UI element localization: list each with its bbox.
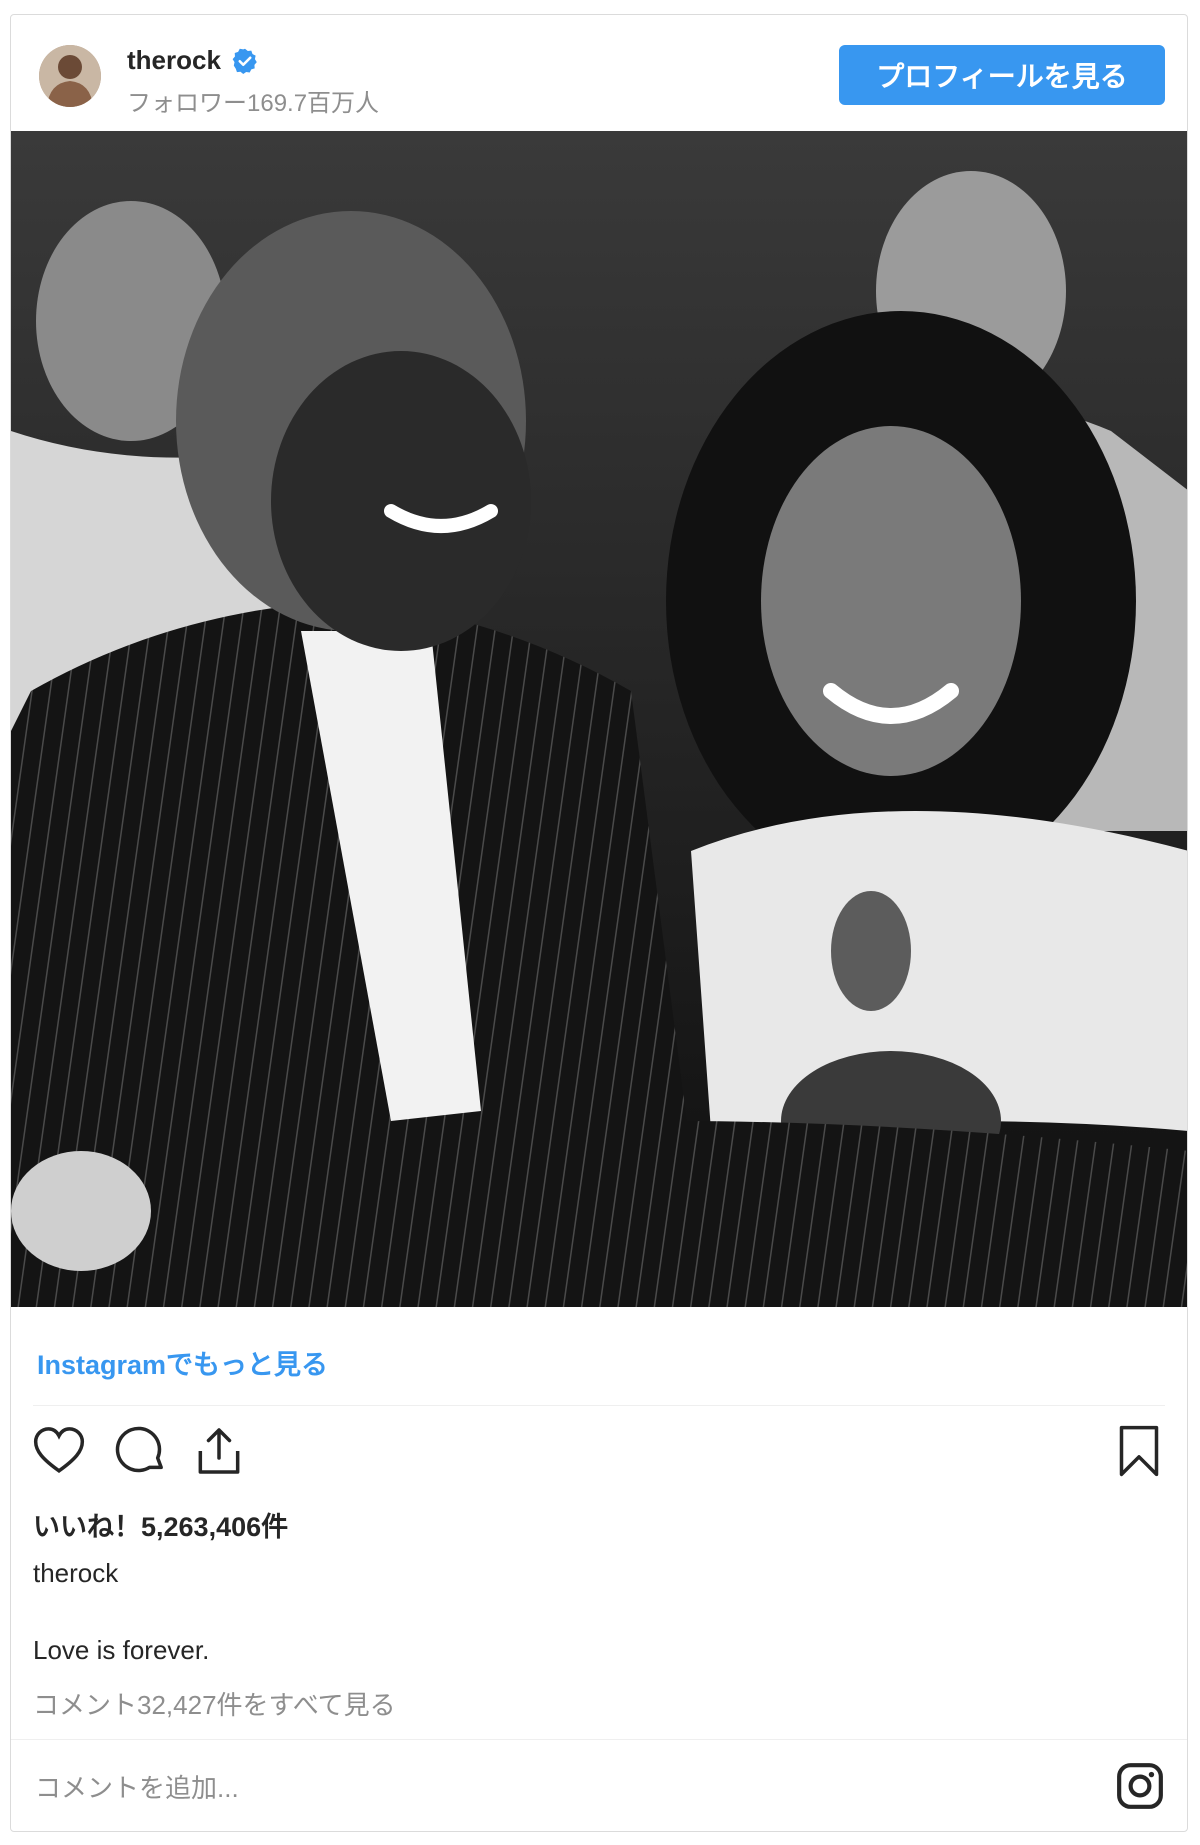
avatar[interactable] <box>39 45 101 107</box>
caption-username[interactable]: therock <box>33 1558 118 1589</box>
instagram-icon[interactable] <box>1115 1761 1165 1811</box>
share-icon[interactable] <box>191 1423 247 1479</box>
view-more-on-instagram-link[interactable]: Instagramでもっと見る <box>37 1343 328 1382</box>
divider <box>33 1405 1165 1406</box>
comment-bubble-icon[interactable] <box>111 1423 167 1479</box>
instagram-embed-card: therock フォロワー169.7百万人 プロフィールを見る Instagra… <box>10 14 1188 1832</box>
post-photo[interactable] <box>11 131 1187 1307</box>
like-count[interactable]: いいね！5,263,406件 <box>33 1505 288 1544</box>
view-all-comments-link[interactable]: コメント32,427件をすべて見る <box>33 1685 396 1722</box>
view-profile-button[interactable]: プロフィールを見る <box>839 45 1165 105</box>
follower-count: フォロワー169.7百万人 <box>127 90 380 117</box>
action-bar <box>11 1423 1187 1489</box>
heart-icon[interactable] <box>31 1423 87 1479</box>
bookmark-icon[interactable] <box>1111 1423 1167 1479</box>
caption-text: Love is forever. <box>33 1635 210 1665</box>
verified-badge-icon <box>232 48 257 74</box>
comment-input[interactable] <box>33 1767 937 1809</box>
post-header: therock フォロワー169.7百万人 プロフィールを見る <box>11 15 1187 131</box>
avatar-image <box>39 45 101 107</box>
divider <box>11 1739 1187 1740</box>
username-text[interactable]: therock <box>127 45 221 76</box>
username[interactable]: therock <box>127 45 259 76</box>
post-image <box>11 131 1187 1307</box>
